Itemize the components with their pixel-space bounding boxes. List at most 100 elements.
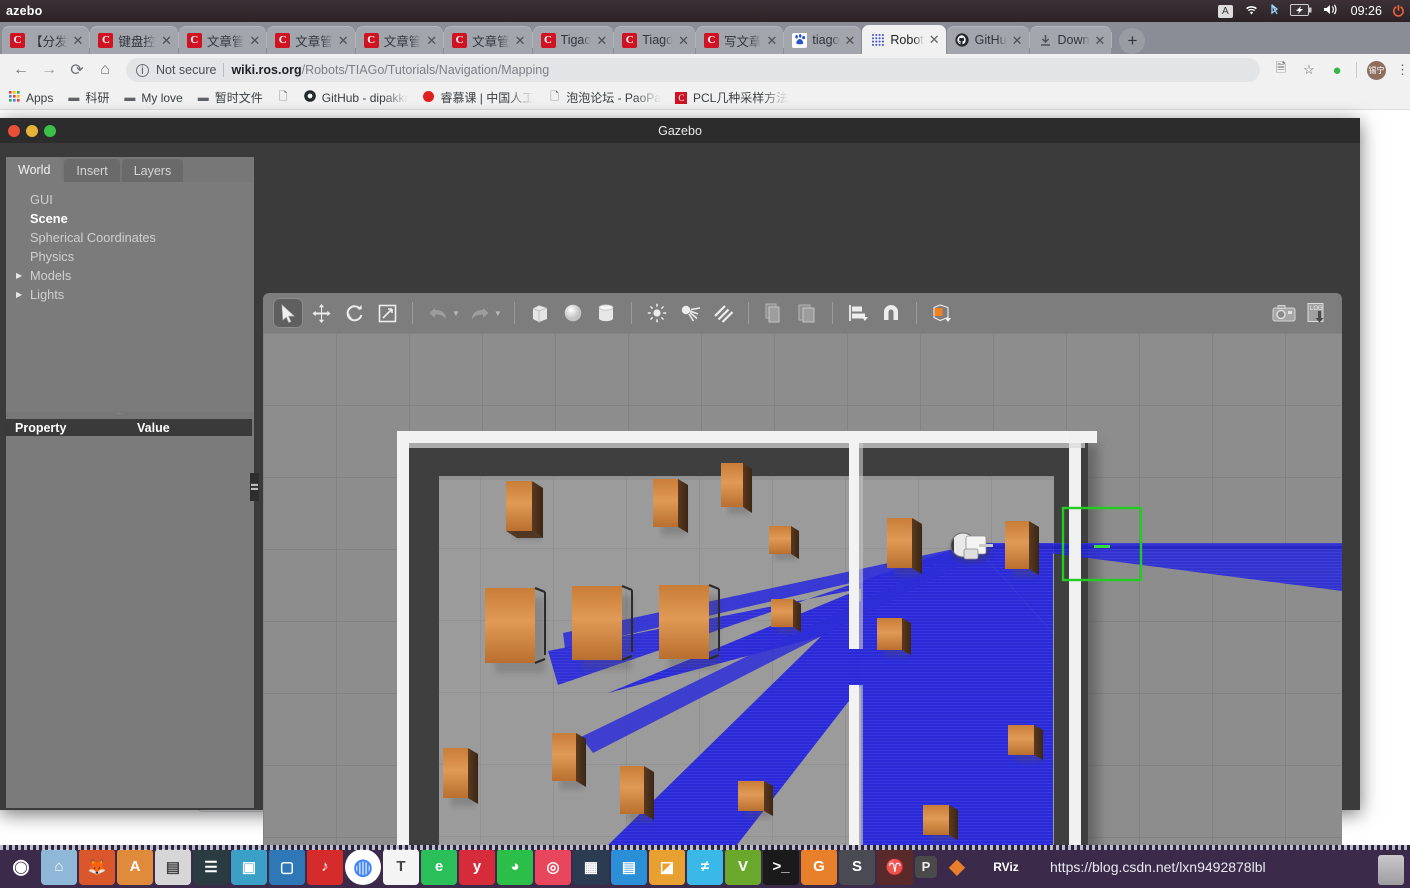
evernote-icon[interactable]: e — [421, 848, 457, 885]
browser-tab[interactable]: C Tiago ✕ — [614, 26, 696, 54]
pycharm-p-icon[interactable]: P — [915, 855, 937, 878]
redo-icon[interactable] — [465, 298, 495, 328]
video-film-icon[interactable]: ▦ — [573, 848, 609, 885]
world-tree-item-scene[interactable]: ▶Scene — [6, 209, 254, 228]
bookmark-item[interactable]: ▬ My love — [123, 91, 182, 105]
bookmark-item[interactable]: 🗋 泡泡论坛 - PaoPa — [548, 88, 661, 107]
panel-splitter[interactable]: ▬ ▬ — [250, 473, 259, 501]
bluetooth-icon[interactable] — [1270, 3, 1279, 20]
document-icon[interactable]: ▤ — [611, 848, 647, 885]
volume-icon[interactable] — [1323, 3, 1340, 19]
settings-sliders-icon[interactable]: ☰ — [193, 848, 229, 885]
world-tree-item-physics[interactable]: ▶Physics — [6, 247, 254, 266]
bookmark-item[interactable]: ▬ 暂时文件 — [197, 89, 263, 106]
bulb-icon[interactable]: ♈ — [877, 848, 913, 885]
software-center-icon[interactable]: A — [117, 848, 153, 885]
address-bar[interactable]: i Not secure wiki.ros.org/Robots/TIAGo/T… — [126, 58, 1260, 82]
site-info-icon[interactable]: i — [136, 63, 149, 77]
bookmark-item[interactable]: 睿慕课 | 中国人工 — [422, 89, 534, 106]
panel-resize-grip[interactable]: ⋯ — [116, 410, 124, 418]
gazebo-3d-viewport[interactable] — [263, 333, 1342, 888]
spot-light-icon[interactable] — [675, 298, 705, 328]
browser-tab[interactable]: C 文章管 ✕ — [444, 26, 533, 54]
terminal-icon[interactable]: >_ — [763, 848, 799, 885]
close-tab-icon[interactable]: ✕ — [73, 34, 84, 47]
browser-tab[interactable]: C 文章管 ✕ — [355, 26, 445, 54]
world-tree-item-models[interactable]: ▶ Models — [6, 266, 254, 285]
image-viewer-icon[interactable]: ◪ — [649, 848, 685, 885]
power-icon[interactable]: ⏻ — [1393, 3, 1404, 20]
netease-music-icon[interactable]: ♪ — [307, 848, 343, 885]
new-tab-button[interactable]: + — [1119, 28, 1146, 54]
browser-tab[interactable]: C 写文章 ✕ — [695, 26, 785, 54]
rotate-icon[interactable] — [339, 298, 369, 328]
screenshot-camera-icon[interactable] — [1269, 298, 1299, 328]
close-tab-icon[interactable]: ✕ — [515, 34, 526, 47]
world-tree-item-gui[interactable]: ▶GUI — [6, 190, 254, 209]
undo-dropdown-caret-icon[interactable]: ▼ — [452, 309, 460, 318]
input-method-icon[interactable]: A — [1217, 4, 1233, 18]
close-tab-icon[interactable]: ✕ — [929, 33, 940, 46]
close-tab-icon[interactable]: ✕ — [161, 34, 172, 47]
scale-icon[interactable] — [372, 298, 402, 328]
close-tab-icon[interactable]: ✕ — [1012, 34, 1023, 47]
insert-cylinder-icon[interactable] — [591, 298, 621, 328]
bookmark-item[interactable]: GitHub - dipakkr — [304, 90, 408, 105]
gazebo-panel-tab-layers[interactable]: Layers — [121, 159, 184, 182]
gazebo-panel-tab-insert[interactable]: Insert — [64, 159, 120, 182]
browser-tab[interactable]: tiago ✕ — [784, 26, 862, 54]
insert-sphere-icon[interactable] — [558, 298, 588, 328]
files-home-icon[interactable]: ⌂ — [41, 848, 77, 885]
close-tab-icon[interactable]: ✕ — [1095, 34, 1106, 47]
expand-arrow-icon[interactable]: ▶ — [16, 271, 28, 280]
browser-tab[interactable]: C Tigao ✕ — [532, 26, 615, 54]
browser-tab[interactable]: C 文章管 ✕ — [178, 26, 268, 54]
close-tab-icon[interactable]: ✕ — [596, 34, 607, 47]
home-button[interactable]: ⌂ — [92, 57, 118, 83]
pdf-reader-icon[interactable]: G — [801, 848, 837, 885]
world-tree-item-lights[interactable]: ▶ Lights — [6, 285, 254, 304]
wifi-icon[interactable] — [1244, 4, 1259, 19]
bookmark-item[interactable]: Apps — [8, 90, 53, 105]
bookmark-item[interactable]: ▬ 科研 — [67, 89, 109, 106]
close-tab-icon[interactable]: ✕ — [766, 34, 777, 47]
redo-dropdown-caret-icon[interactable]: ▼ — [494, 309, 502, 318]
directional-light-icon[interactable] — [708, 298, 738, 328]
evernote-icon[interactable]: ● — [1328, 61, 1346, 79]
audio-mixer-icon[interactable]: ≠ — [687, 848, 723, 885]
chrome-icon[interactable]: ◍ — [345, 848, 381, 885]
browser-tab[interactable]: Robot ✕ — [862, 25, 946, 54]
browser-tab[interactable]: GitHu ✕ — [946, 26, 1030, 54]
bookmark-item[interactable]: 🗋 — [277, 88, 290, 107]
rviz-icon[interactable]: RViz — [977, 849, 1035, 885]
close-tab-icon[interactable]: ✕ — [249, 34, 260, 47]
point-light-icon[interactable] — [642, 298, 672, 328]
avatar[interactable]: 锡宁 — [1367, 60, 1386, 80]
ubuntu-icon[interactable]: ◉ — [3, 849, 39, 885]
screenshot-tool-icon[interactable]: ▣ — [231, 848, 267, 885]
youdao-icon[interactable]: y — [459, 848, 495, 885]
snap-magnet-icon[interactable] — [876, 298, 906, 328]
browser-tab[interactable]: C 键盘控 ✕ — [90, 26, 179, 54]
translate-icon[interactable]: 🗎 — [1272, 60, 1290, 79]
battery-icon[interactable] — [1289, 3, 1312, 19]
record-icon[interactable]: ◎ — [535, 848, 571, 885]
close-tab-icon[interactable]: ✕ — [338, 34, 349, 47]
blender-icon[interactable]: ◆ — [939, 849, 975, 885]
copy-icon[interactable] — [759, 298, 789, 328]
gazebo-panel-tab-world[interactable]: World — [6, 157, 63, 182]
translate-move-icon[interactable] — [306, 298, 336, 328]
disks-icon[interactable]: ▤ — [155, 848, 191, 885]
text-editor-icon[interactable]: T — [383, 848, 419, 885]
close-tab-icon[interactable]: ✕ — [678, 34, 689, 47]
paste-icon[interactable] — [792, 298, 822, 328]
close-tab-icon[interactable]: ✕ — [426, 34, 437, 47]
clock[interactable]: 09:26 — [1351, 4, 1382, 18]
firefox-icon[interactable]: 🦊 — [79, 848, 115, 885]
vlc-icon[interactable]: V — [725, 848, 761, 885]
insert-box-icon[interactable] — [525, 298, 555, 328]
close-tab-icon[interactable]: ✕ — [845, 34, 856, 47]
log-record-icon[interactable]: LOG — [1302, 298, 1332, 328]
wechat-icon[interactable]: ◕ — [497, 848, 533, 885]
forward-button[interactable]: → — [36, 57, 62, 83]
